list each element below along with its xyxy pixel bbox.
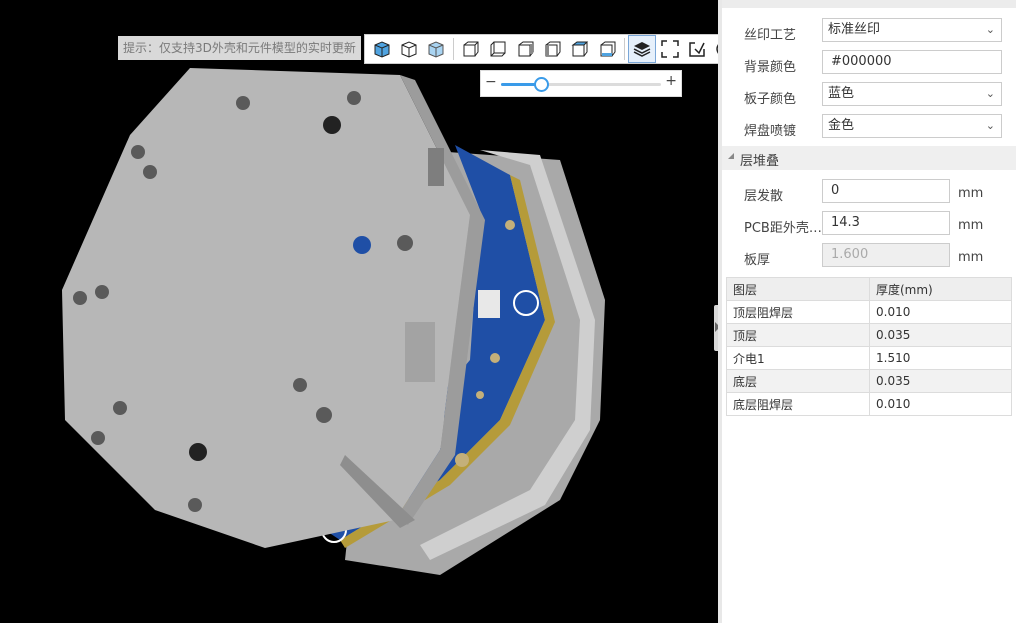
shell-hole xyxy=(293,378,307,392)
table-row[interactable]: 顶层 0.035 xyxy=(726,323,1012,347)
silkscreen-process-select[interactable]: 标准丝印 ⌄ xyxy=(822,18,1002,42)
fullscreen-icon[interactable] xyxy=(657,36,682,62)
zoom-out-button[interactable]: − xyxy=(485,74,497,90)
column-header-layer: 图层 xyxy=(726,277,870,301)
screenshot-icon[interactable] xyxy=(684,36,709,62)
shell-hole xyxy=(91,431,105,445)
shell-hole xyxy=(397,235,413,251)
pcb-to-shell-label: PCB距外壳… xyxy=(744,221,822,236)
layer-spread-row: 层发散 0 mm xyxy=(722,179,1016,207)
hint-text: 提示：仅支持3D外壳和元件模型的实时更新 xyxy=(118,36,361,60)
pcb-button xyxy=(478,290,500,318)
solid-cube-icon[interactable] xyxy=(369,36,394,62)
layer-thickness-cell[interactable]: 0.010 xyxy=(869,300,1012,324)
shell-hole xyxy=(353,236,371,254)
view-back-icon[interactable] xyxy=(486,36,511,62)
layer-spread-input[interactable]: 0 xyxy=(822,179,950,203)
table-row[interactable]: 底层 0.035 xyxy=(726,369,1012,393)
layers-icon[interactable] xyxy=(628,35,656,63)
layer-spread-unit: mm xyxy=(958,186,984,201)
table-header-row: 图层 厚度(mm) xyxy=(726,277,1012,301)
chevron-down-icon: ⌄ xyxy=(985,23,995,36)
shell-hole xyxy=(131,145,145,159)
board-color-row: 板子颜色 蓝色 ⌄ xyxy=(722,82,1016,110)
board-color-select[interactable]: 蓝色 ⌄ xyxy=(822,82,1002,106)
chevron-down-icon: ⌄ xyxy=(985,87,995,100)
table-row[interactable]: 介电1 1.510 xyxy=(726,346,1012,370)
zoom-slider[interactable] xyxy=(501,77,661,92)
properties-panel: 丝印工艺 标准丝印 ⌄ 背景颜色 #000000 板子颜色 蓝色 ⌄ 焊盘喷镀 金色… xyxy=(718,0,1016,623)
pad-plating-label: 焊盘喷镀 xyxy=(744,124,797,139)
shell-hole xyxy=(143,165,157,179)
shell-slot xyxy=(428,148,444,186)
toolbar-divider xyxy=(624,38,626,60)
stackup-section-title: 层堆叠 xyxy=(740,154,780,169)
view-left-icon[interactable] xyxy=(513,36,538,62)
board-thickness-label: 板厚 xyxy=(744,253,771,268)
shell-hole xyxy=(188,498,202,512)
shell-hole xyxy=(347,91,361,105)
pcb-to-shell-row: PCB距外壳… 14.3 mm xyxy=(722,211,1016,239)
zoom-control: − + xyxy=(480,70,682,97)
3d-viewport[interactable]: 提示：仅支持3D外壳和元件模型的实时更新 − + xyxy=(0,0,718,623)
board-thickness-input: 1.600 xyxy=(822,243,950,267)
panel-header-strip xyxy=(722,0,1016,8)
zoom-slider-handle[interactable] xyxy=(534,77,549,92)
layer-stack-table: 图层 厚度(mm) 顶层阻焊层 0.010 顶层 0.035 介电1 1.510… xyxy=(726,277,1012,416)
layer-thickness-cell[interactable]: 0.035 xyxy=(869,323,1012,347)
silkscreen-process-label: 丝印工艺 xyxy=(744,28,797,43)
layer-name-cell: 底层阻焊层 xyxy=(726,392,870,416)
view-toolbar xyxy=(364,34,718,64)
shell-hole xyxy=(113,401,127,415)
shell-hole xyxy=(323,116,341,134)
shell-hole xyxy=(189,443,207,461)
layer-thickness-cell[interactable]: 0.010 xyxy=(869,392,1012,416)
background-color-row: 背景颜色 #000000 xyxy=(722,50,1016,78)
stackup-section-header[interactable]: 层堆叠 xyxy=(722,146,1016,170)
pad-plating-select[interactable]: 金色 ⌄ xyxy=(822,114,1002,138)
shell-front xyxy=(62,68,470,548)
shell-hole xyxy=(73,291,87,305)
view-top-icon[interactable] xyxy=(568,36,593,62)
transparent-cube-icon[interactable] xyxy=(424,36,449,62)
layer-name-cell: 顶层阻焊层 xyxy=(726,300,870,324)
pad-plating-row: 焊盘喷镀 金色 ⌄ xyxy=(722,114,1016,142)
toolbar-divider xyxy=(453,38,455,60)
background-color-label: 背景颜色 xyxy=(744,60,797,75)
layer-name-cell: 底层 xyxy=(726,369,870,393)
wire-cube-icon[interactable] xyxy=(396,36,421,62)
table-row[interactable]: 底层阻焊层 0.010 xyxy=(726,392,1012,416)
pcb-to-shell-input[interactable]: 14.3 xyxy=(822,211,950,235)
board-thickness-unit: mm xyxy=(958,250,984,265)
zoom-in-button[interactable]: + xyxy=(665,73,677,89)
collapse-triangle-icon xyxy=(728,153,734,159)
silkscreen-process-row: 丝印工艺 标准丝印 ⌄ xyxy=(722,18,1016,46)
layer-name-cell: 介电1 xyxy=(726,346,870,370)
shell-hole xyxy=(236,96,250,110)
layer-thickness-cell[interactable]: 1.510 xyxy=(869,346,1012,370)
table-row[interactable]: 顶层阻焊层 0.010 xyxy=(726,300,1012,324)
layer-spread-label: 层发散 xyxy=(744,189,784,204)
layer-name-cell: 顶层 xyxy=(726,323,870,347)
board-thickness-row: 板厚 1.600 mm xyxy=(722,243,1016,271)
view-right-icon[interactable] xyxy=(540,36,565,62)
board-color-label: 板子颜色 xyxy=(744,92,797,107)
pcb-to-shell-unit: mm xyxy=(958,218,984,233)
shell-slot xyxy=(405,322,435,382)
column-header-thickness: 厚度(mm) xyxy=(869,277,1012,301)
shell-hole xyxy=(95,285,109,299)
view-front-icon[interactable] xyxy=(458,36,483,62)
background-color-input[interactable]: #000000 xyxy=(822,50,1002,74)
view-bottom-icon[interactable] xyxy=(595,36,620,62)
shell-hole xyxy=(316,407,332,423)
chevron-down-icon: ⌄ xyxy=(985,119,995,132)
layer-thickness-cell[interactable]: 0.035 xyxy=(869,369,1012,393)
